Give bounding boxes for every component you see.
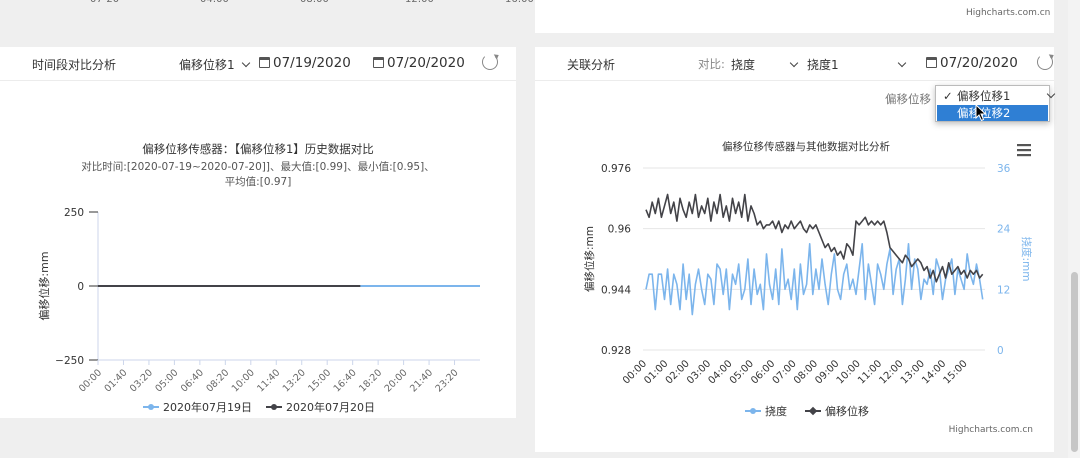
chart-menu-icon[interactable] [1017, 144, 1031, 147]
y-axis-title-left: 偏移位移:mm [583, 226, 596, 292]
right-toolbar: 关联分析 对比: 挠度 挠度1 07/20/2020 [535, 47, 1054, 81]
xaxis-tick-label: 16:00 [505, 0, 534, 5]
x-tick-label: 20:00 [383, 367, 410, 394]
start-date-value: 07/19/2020 [273, 55, 351, 71]
x-tick-label: 18:20 [357, 367, 384, 394]
compare-item-value: 挠度1 [807, 58, 839, 72]
x-tick-label: 10:00 [230, 367, 257, 394]
x-tick-label: 11:40 [255, 367, 282, 394]
legend-item[interactable]: 挠度 [765, 404, 787, 418]
x-tick-label: 03:20 [128, 367, 155, 394]
highcharts-credit[interactable]: Highcharts.com.cn [966, 8, 1050, 18]
x-tick-label: 15:00 [306, 367, 333, 394]
x-tick-label: 15:00 [942, 358, 970, 386]
legend-marker[interactable] [148, 404, 154, 410]
chart-title: 偏移位移传感器与其他数据对比分析 [722, 140, 890, 153]
chart-menu-icon[interactable] [1017, 154, 1031, 157]
history-comparison-chart: 偏移位移传感器：【偏移位移1】历史数据对比对比时间:[2020-07-19~20… [37, 142, 480, 414]
highcharts-credit[interactable]: Highcharts.com.cn [949, 425, 1033, 435]
y-tick-label: 0 [77, 281, 84, 293]
y-tick-label-right: 0 [997, 345, 1004, 357]
y-tick-label-right: 12 [997, 284, 1010, 296]
chevron-down-icon [241, 58, 250, 68]
left-toolbar: 时间段对比分析 偏移位移1 07/19/2020 07/20/2020 [0, 47, 516, 81]
legend-item[interactable]: 2020年07月20日 [286, 400, 375, 414]
x-tick-label: 13:20 [281, 367, 308, 394]
start-date-picker[interactable]: 07/19/2020 [259, 55, 351, 71]
compare-item-select[interactable]: 挠度1 [807, 56, 906, 73]
series-line-offset-displacement[interactable] [645, 193, 984, 283]
chevron-down-icon [789, 58, 799, 68]
top-chart-panel-fragment: 07-20 04:00 08:00 12:00 16:00 Highcharts.com… [90, 0, 1054, 33]
scrollbar-thumb[interactable] [1071, 272, 1078, 452]
x-tick-label: 06:40 [179, 367, 206, 394]
compare-type-select[interactable]: 挠度 [731, 56, 799, 73]
date-value: 07/20/2020 [940, 55, 1018, 71]
calendar-icon [926, 57, 937, 68]
legend-marker[interactable] [808, 406, 818, 416]
y-tick-label: 250 [64, 207, 84, 219]
y-tick-label-right: 24 [997, 224, 1011, 236]
mouse-cursor-icon [975, 104, 987, 122]
legend-marker[interactable] [271, 404, 277, 410]
sensor-dropdown-menu: ✓ 偏移位移1 偏移位移2 [935, 85, 1050, 122]
date-picker[interactable]: 07/20/2020 [926, 55, 1018, 71]
y-tick-label-left: 0.928 [601, 345, 631, 357]
x-tick-label: 01:40 [102, 367, 129, 394]
y-tick-label-left: 0.976 [601, 163, 631, 175]
legend-marker[interactable] [750, 408, 756, 414]
legend-item[interactable]: 2020年07月19日 [163, 400, 252, 414]
correlation-chart: 偏移位移传感器与其他数据对比分析 0.976 0.96 0.944 0.928 36 24 1… [583, 140, 1033, 435]
chart-menu-icon[interactable] [1017, 149, 1031, 152]
refresh-icon[interactable] [1037, 54, 1053, 70]
chart-subtitle: 平均值:[0.97] [225, 175, 292, 188]
end-date-value: 07/20/2020 [387, 55, 465, 71]
y-tick-label-right: 36 [997, 163, 1011, 175]
xaxis-tick-label: 08:00 [300, 0, 329, 5]
x-tick-label: 23:20 [434, 367, 461, 394]
refresh-icon[interactable] [482, 54, 498, 70]
legend-item[interactable]: 偏移位移 [825, 404, 869, 418]
check-icon: ✓ [943, 89, 953, 103]
chart-subtitle: 对比时间:[2020-07-19~2020-07-20]]、最大值:[0.99]… [81, 160, 434, 173]
y-tick-label-left: 0.96 [608, 224, 632, 236]
x-tick-label: 08:20 [204, 367, 231, 394]
xaxis-tick-label: 12:00 [405, 0, 434, 5]
time-period-comparison-panel: 时间段对比分析 偏移位移1 07/19/2020 07/20/2020 偏移位移… [0, 47, 516, 418]
x-tick-label: 05:00 [153, 367, 180, 394]
xaxis-tick-label: 07-20 [90, 0, 119, 5]
panel-title: 关联分析 [567, 58, 616, 72]
y-axis-title-right: 挠度:mm [1020, 237, 1033, 282]
chevron-down-icon [897, 58, 906, 68]
dropdown-option-1[interactable]: ✓ 偏移位移1 [937, 88, 1048, 104]
x-tick-label: 00:00 [77, 367, 104, 394]
y-tick-label: −250 [55, 355, 84, 367]
sensor-select[interactable]: 偏移位移1 [179, 56, 250, 73]
end-date-picker[interactable]: 07/20/2020 [373, 55, 465, 71]
y-tick-label-left: 0.944 [601, 284, 631, 296]
compare-type-value: 挠度 [731, 58, 756, 72]
xaxis-tick-label: 04:00 [200, 0, 229, 5]
calendar-icon [259, 57, 270, 68]
calendar-icon [373, 57, 384, 68]
chart-title: 偏移位移传感器：【偏移位移1】历史数据对比 [142, 142, 374, 156]
y-axis-title: 偏移位移:mm [37, 251, 51, 320]
panel-title: 时间段对比分析 [32, 58, 117, 72]
compare-label: 对比: [698, 57, 725, 71]
sensor-select-value: 偏移位移1 [179, 58, 235, 72]
dropdown-option-2[interactable]: 偏移位移2 [937, 105, 1048, 121]
x-tick-label: 21:40 [408, 367, 435, 394]
series-line-deflection[interactable] [645, 243, 984, 316]
x-tick-label: 16:40 [332, 367, 359, 394]
dropdown-option-label: 偏移位移1 [957, 89, 1011, 103]
